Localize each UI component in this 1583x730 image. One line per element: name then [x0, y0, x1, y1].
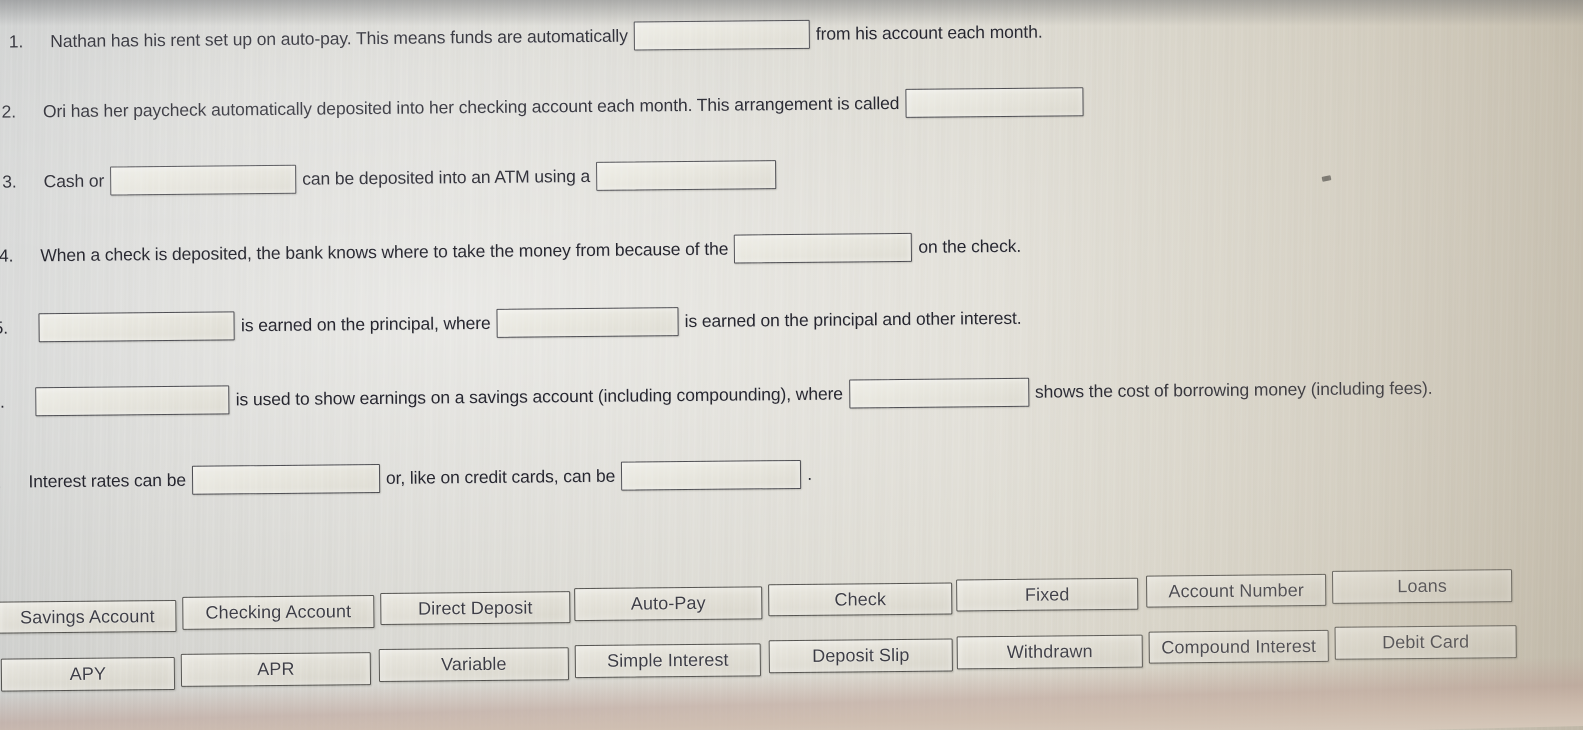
- word-bank-tile[interactable]: Auto-Pay: [574, 586, 763, 622]
- word-bank-tile[interactable]: Savings Account: [0, 599, 177, 634]
- word-bank-tile[interactable]: APR: [180, 652, 372, 687]
- word-bank-tile[interactable]: Variable: [378, 647, 570, 682]
- word-bank-tile[interactable]: Withdrawn: [956, 634, 1143, 670]
- word-bank-tile[interactable]: Simple Interest: [574, 643, 761, 679]
- word-bank-tile[interactable]: Direct Deposit: [380, 591, 571, 625]
- word-bank-tile[interactable]: Fixed: [956, 577, 1139, 612]
- word-bank-tile[interactable]: APY: [0, 656, 176, 692]
- word-bank-tile[interactable]: Debit Card: [1334, 625, 1517, 660]
- worksheet-plane: 1. Nathan has his rent set up on auto-pay…: [0, 0, 1583, 730]
- screen-photo: 1. Nathan has his rent set up on auto-pay…: [0, 0, 1583, 730]
- word-bank-tile[interactable]: Deposit Slip: [768, 638, 953, 674]
- word-bank: Savings Account Checking Account Direct De…: [0, 0, 1583, 730]
- word-bank-tile[interactable]: Account Number: [1146, 573, 1327, 608]
- word-bank-tile[interactable]: Compound Interest: [1148, 629, 1329, 664]
- word-bank-tile[interactable]: Checking Account: [182, 595, 375, 630]
- word-bank-tile[interactable]: Check: [768, 582, 953, 617]
- word-bank-tile[interactable]: Loans: [1331, 569, 1513, 604]
